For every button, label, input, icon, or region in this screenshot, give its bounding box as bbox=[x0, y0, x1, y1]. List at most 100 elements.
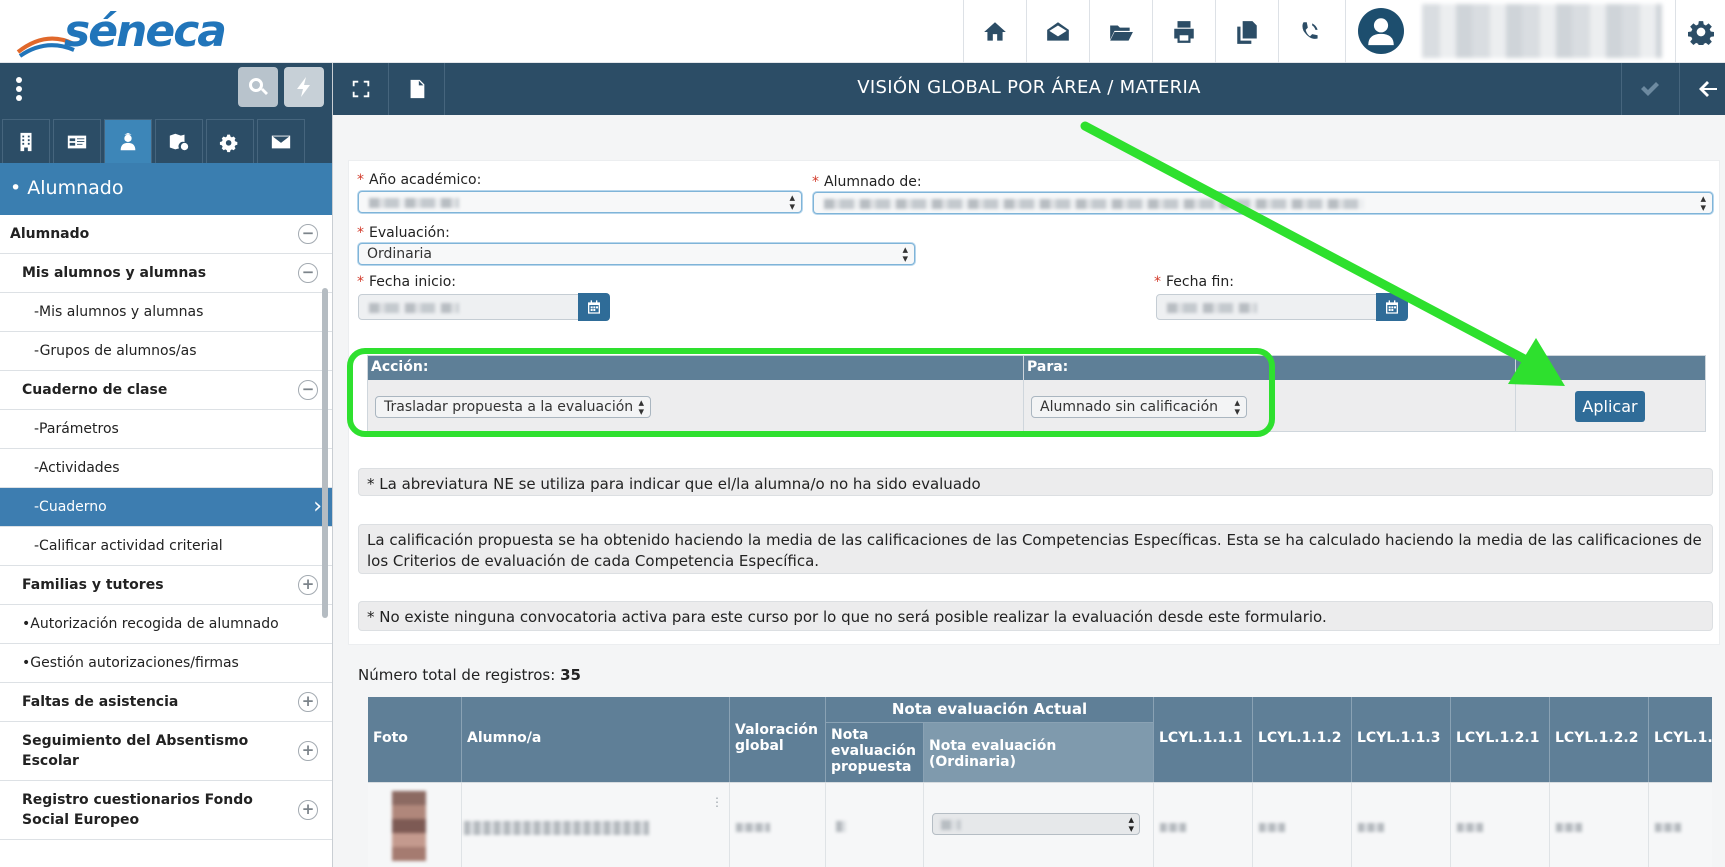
back-button[interactable] bbox=[1679, 63, 1725, 115]
col-competencia: LCYL.1.1.2 bbox=[1253, 697, 1352, 782]
file-pdf-icon bbox=[410, 79, 424, 99]
records-count: Número total de registros: 35 bbox=[358, 666, 581, 684]
expand-icon[interactable]: + bbox=[298, 741, 318, 761]
fecha-inicio-input[interactable] bbox=[358, 294, 579, 320]
confirm-button[interactable] bbox=[1621, 63, 1677, 115]
building-icon bbox=[20, 132, 32, 151]
sidebar-item-cuaderno[interactable]: -Cuaderno › bbox=[0, 488, 332, 527]
sidebar-item-label: Familias y tutores bbox=[22, 577, 164, 593]
sidebar-item-familias[interactable]: Familias y tutores + bbox=[0, 566, 332, 605]
sidebar-item-label: -Mis alumnos y alumnas bbox=[34, 304, 204, 320]
collapse-icon[interactable]: − bbox=[298, 224, 318, 244]
sidebar-item-mis-alumnos[interactable]: -Mis alumnos y alumnas bbox=[0, 293, 332, 332]
sidebar-item-label: Mis alumnos y alumnas bbox=[22, 265, 207, 281]
settings-button[interactable] bbox=[1675, 0, 1725, 63]
records-label: Número total de registros: bbox=[358, 666, 556, 684]
fecha-fin-label: * Fecha fin: bbox=[1154, 274, 1234, 290]
print-icon[interactable] bbox=[1152, 0, 1215, 63]
sidebar-item-grupos[interactable]: -Grupos de alumnos/as bbox=[0, 332, 332, 371]
more-vertical-icon[interactable]: ⋮ bbox=[711, 795, 723, 809]
bolt-icon bbox=[297, 77, 310, 97]
copy-icon[interactable] bbox=[1215, 0, 1278, 63]
envelope-icon bbox=[271, 135, 291, 148]
home-icon[interactable] bbox=[963, 0, 1026, 63]
anio-select[interactable]: ▴ ▾ bbox=[358, 191, 802, 213]
user-area[interactable] bbox=[1345, 0, 1675, 63]
expand-icon bbox=[352, 80, 369, 98]
col-competencia: LCYL.1.2.1 bbox=[1451, 697, 1550, 782]
col-foto: Foto bbox=[368, 697, 462, 782]
fecha-fin-calendar-button[interactable] bbox=[1376, 293, 1408, 321]
sidebar-item-alumnado[interactable]: Alumnado − bbox=[0, 215, 332, 254]
fecha-fin-input[interactable] bbox=[1156, 294, 1377, 320]
nota-ordinaria-select[interactable]: ▴ ▾ bbox=[932, 813, 1140, 835]
folder-open-icon[interactable] bbox=[1089, 0, 1152, 63]
top-icon-bar bbox=[963, 0, 1341, 63]
phone-volume-icon[interactable] bbox=[1278, 0, 1341, 63]
search-button[interactable] bbox=[238, 67, 278, 107]
tab-building[interactable] bbox=[2, 119, 50, 163]
students-icon bbox=[120, 132, 136, 150]
sidebar-item-label: Cuaderno de clase bbox=[22, 382, 168, 398]
col-nota-propuesta: Nota evaluación propuesta bbox=[826, 723, 924, 782]
sidebar-item-label: -Actividades bbox=[34, 460, 120, 476]
tab-map[interactable] bbox=[155, 119, 203, 163]
avatar[interactable] bbox=[1358, 8, 1404, 54]
tab-messages[interactable] bbox=[257, 119, 305, 163]
sidebar-scrollbar[interactable] bbox=[322, 288, 328, 618]
alumnado-label: * Alumnado de: bbox=[812, 174, 922, 190]
select-arrows-icon: ▴ ▾ bbox=[902, 243, 908, 265]
sidebar-item-absentismo[interactable]: Seguimiento del Absentismo Escolar + bbox=[0, 722, 332, 781]
cell-nota-propuesta bbox=[826, 783, 924, 867]
tab-id-card[interactable] bbox=[53, 119, 101, 163]
more-vertical-icon[interactable] bbox=[14, 75, 24, 103]
sidebar-item-label: -Parámetros bbox=[34, 421, 119, 437]
sidebar-toolbar bbox=[0, 63, 332, 115]
cell-valoracion bbox=[730, 783, 826, 867]
cogs-icon bbox=[219, 134, 238, 152]
cell-competencia bbox=[1649, 783, 1712, 867]
sidebar-item-actividades[interactable]: -Actividades bbox=[0, 449, 332, 488]
expand-icon[interactable]: + bbox=[298, 800, 318, 820]
sidebar-item-cuaderno-de-clase[interactable]: Cuaderno de clase − bbox=[0, 371, 332, 410]
fecha-inicio-label: * Fecha inicio: bbox=[357, 274, 457, 290]
fecha-inicio-calendar-button[interactable] bbox=[578, 293, 610, 321]
tab-students[interactable] bbox=[104, 119, 152, 163]
sidebar-item-fondo-social[interactable]: Registro cuestionarios Fondo Social Euro… bbox=[0, 781, 332, 840]
sidebar-tabs bbox=[0, 115, 332, 163]
col-alumno: Alumno/a bbox=[462, 697, 730, 782]
evaluacion-select[interactable]: Ordinaria ▴ ▾ bbox=[358, 243, 915, 265]
quick-access-button[interactable] bbox=[284, 67, 324, 107]
apply-button[interactable]: Aplicar bbox=[1575, 391, 1645, 422]
sidebar-item-parametros[interactable]: -Parámetros bbox=[0, 410, 332, 449]
calc-note: La calificación propuesta se ha obtenido… bbox=[358, 524, 1713, 574]
seneca-logo[interactable]: séneca bbox=[16, 4, 227, 58]
sidebar: • Alumnado Alumnado − Mis alumnos y alumn… bbox=[0, 63, 333, 867]
sidebar-item-faltas[interactable]: Faltas de asistencia + bbox=[0, 683, 332, 722]
fullscreen-button[interactable] bbox=[333, 63, 389, 115]
sidebar-item-autorizacion[interactable]: •Autorización recogida de alumnado bbox=[0, 605, 332, 644]
col-competencia: LCYL.1.1.1 bbox=[1154, 697, 1253, 782]
expand-icon[interactable]: + bbox=[298, 692, 318, 712]
alumnado-select[interactable]: ▴ ▾ bbox=[813, 192, 1713, 214]
cell-alumno[interactable]: ⋮ bbox=[462, 783, 730, 867]
collapse-icon[interactable]: − bbox=[298, 380, 318, 400]
sidebar-item-label: -Calificar actividad criterial bbox=[34, 538, 223, 554]
pdf-button[interactable] bbox=[389, 63, 445, 115]
logo-text: séneca bbox=[64, 6, 227, 57]
check-icon bbox=[1640, 82, 1659, 96]
sidebar-item-label: Faltas de asistencia bbox=[22, 694, 179, 710]
user-name-blurred bbox=[1422, 4, 1662, 58]
collapse-icon[interactable]: − bbox=[298, 263, 318, 283]
expand-icon[interactable]: + bbox=[298, 575, 318, 595]
tab-settings[interactable] bbox=[206, 119, 254, 163]
records-value: 35 bbox=[560, 666, 581, 684]
anio-label: * Año académico: bbox=[357, 172, 482, 188]
sidebar-item-gestion-autorizaciones[interactable]: •Gestión autorizaciones/firmas bbox=[0, 644, 332, 683]
envelope-open-icon[interactable] bbox=[1026, 0, 1089, 63]
sidebar-item-calificar[interactable]: -Calificar actividad criterial bbox=[0, 527, 332, 566]
sidebar-item-label: -Grupos de alumnos/as bbox=[34, 343, 197, 359]
sidebar-item-mis-alumnos-group[interactable]: Mis alumnos y alumnas − bbox=[0, 254, 332, 293]
select-arrows-icon: ▴ ▾ bbox=[1700, 192, 1706, 214]
id-card-icon bbox=[67, 135, 87, 148]
